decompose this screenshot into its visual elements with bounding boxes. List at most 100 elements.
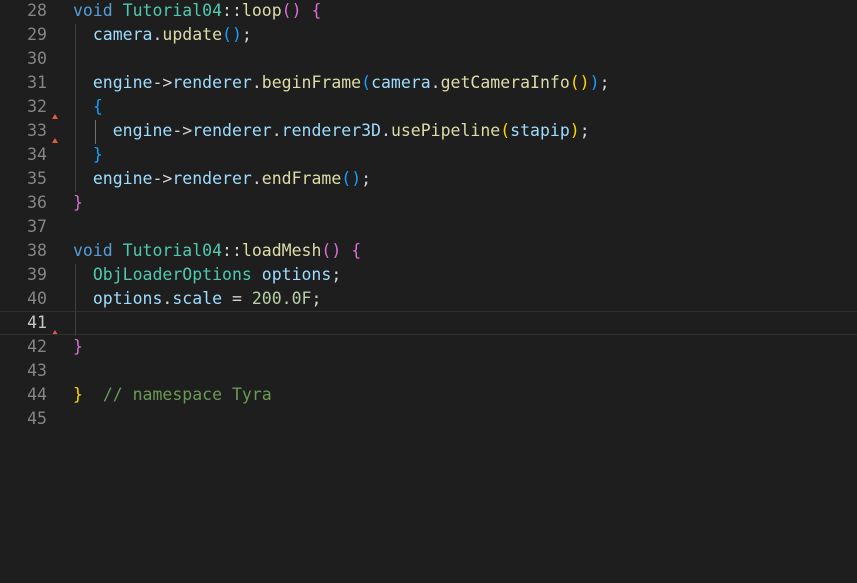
- code-token: (): [569, 73, 590, 92]
- code-line[interactable]: 43: [0, 359, 857, 383]
- code-line[interactable]: 45: [0, 407, 857, 431]
- line-number: 41: [27, 313, 47, 332]
- code-token: options: [261, 265, 332, 284]
- code-line[interactable]: 35 engine->renderer.endFrame();: [0, 167, 857, 191]
- code-token: renderer: [172, 73, 252, 92]
- code-token: void: [73, 1, 113, 20]
- code-text: engine->renderer.beginFrame(camera.getCa…: [73, 71, 610, 95]
- code-token: getCameraInfo: [440, 73, 570, 92]
- code-line[interactable]: 37: [0, 215, 857, 239]
- code-line[interactable]: 41: [0, 311, 857, 335]
- line-number: 32: [27, 97, 47, 116]
- line-number: 43: [27, 361, 47, 380]
- code-line[interactable]: 44} // namespace Tyra: [0, 383, 857, 407]
- line-number: 37: [27, 217, 47, 236]
- code-token: ->: [152, 169, 173, 188]
- code-text: }: [73, 143, 103, 167]
- code-token: }: [73, 193, 83, 212]
- code-token: ;: [599, 73, 610, 92]
- code-line[interactable]: 32 {: [0, 95, 857, 119]
- code-line[interactable]: 29 camera.update();: [0, 23, 857, 47]
- code-token: // namespace Tyra: [102, 385, 272, 404]
- code-token: .: [152, 25, 163, 44]
- code-token: renderer: [172, 169, 252, 188]
- code-token: 200.0F: [251, 289, 312, 308]
- code-token: .: [162, 289, 173, 308]
- code-token: }: [73, 337, 83, 356]
- code-token: ;: [241, 25, 252, 44]
- code-token: }: [73, 385, 83, 404]
- code-token: update: [162, 25, 223, 44]
- code-token: {: [351, 241, 362, 260]
- code-text: } // namespace Tyra: [73, 383, 272, 407]
- code-token: .: [251, 169, 262, 188]
- code-text: engine->renderer.renderer3D.usePipeline(…: [73, 119, 590, 143]
- code-text: void Tutorial04::loop() {: [73, 0, 321, 23]
- line-number: 33: [27, 121, 47, 140]
- code-token: (): [341, 169, 362, 188]
- code-token: .: [381, 121, 391, 140]
- code-line[interactable]: 39 ObjLoaderOptions options;: [0, 263, 857, 287]
- code-token: (): [321, 241, 342, 260]
- code-token: loop: [241, 1, 282, 20]
- code-token: camera: [371, 73, 431, 92]
- code-text: ObjLoaderOptions options;: [73, 263, 341, 287]
- code-token: endFrame: [261, 169, 342, 188]
- code-line[interactable]: 34 }: [0, 143, 857, 167]
- code-token: }: [92, 145, 103, 164]
- code-line[interactable]: 38 void Tutorial04::loadMesh() {: [0, 239, 857, 263]
- code-token: ;: [361, 169, 372, 188]
- code-line[interactable]: 28 void Tutorial04::loop() {: [0, 0, 857, 23]
- code-editor[interactable]: 28 void Tutorial04::loop() {29 camera.upd…: [0, 0, 857, 583]
- line-number: 29: [27, 25, 47, 44]
- line-number: 31: [27, 73, 47, 92]
- code-token: stapip: [510, 121, 570, 140]
- code-text: engine->renderer.endFrame();: [73, 167, 371, 191]
- code-token: renderer: [192, 121, 272, 140]
- code-text: }: [73, 191, 83, 215]
- code-text: options.scale = 200.0F;: [73, 287, 322, 311]
- code-token: {: [92, 97, 103, 116]
- code-line[interactable]: 30: [0, 47, 857, 71]
- code-token: ;: [579, 121, 590, 140]
- line-number: 35: [27, 169, 47, 188]
- code-line[interactable]: 33 engine->renderer.renderer3D.usePipeli…: [0, 119, 857, 143]
- line-number: 30: [27, 49, 47, 68]
- code-line[interactable]: 36}: [0, 191, 857, 215]
- code-token: void: [73, 241, 113, 260]
- line-number: 42: [27, 337, 47, 356]
- code-line[interactable]: 31 engine->renderer.beginFrame(camera.ge…: [0, 71, 857, 95]
- code-token: {: [311, 1, 322, 20]
- line-number: 36: [27, 193, 47, 212]
- code-token: engine: [112, 121, 173, 140]
- code-token: ObjLoaderOptions: [92, 265, 252, 284]
- code-token: ->: [152, 73, 173, 92]
- code-token: scale: [172, 289, 223, 308]
- code-line[interactable]: 40 options.scale = 200.0F;: [0, 287, 857, 311]
- code-token: (: [500, 121, 511, 140]
- line-number: 45: [27, 409, 47, 428]
- code-token: ;: [311, 289, 322, 308]
- code-token: =: [222, 289, 252, 308]
- code-line[interactable]: 42}: [0, 335, 857, 359]
- code-token: renderer3D: [281, 121, 381, 140]
- code-text: void Tutorial04::loadMesh() {: [73, 239, 361, 263]
- line-number: 28: [27, 1, 47, 20]
- code-token: .: [251, 73, 262, 92]
- line-number: 38: [27, 241, 47, 260]
- line-number: 44: [27, 385, 47, 404]
- code-token: beginFrame: [261, 73, 362, 92]
- code-token: engine: [92, 169, 153, 188]
